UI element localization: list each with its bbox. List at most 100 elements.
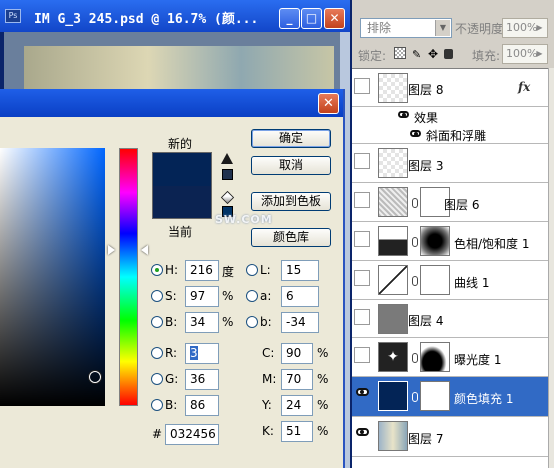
saturation-brightness-field[interactable] bbox=[0, 148, 105, 406]
eye-icon[interactable] bbox=[356, 388, 369, 396]
hue-slider-right-arrow[interactable] bbox=[141, 245, 148, 255]
link-icon[interactable] bbox=[412, 276, 418, 286]
green-field[interactable]: 36 bbox=[185, 369, 219, 390]
red-radio[interactable] bbox=[151, 347, 163, 359]
lock-transparency-icon[interactable] bbox=[394, 47, 406, 59]
saturation-radio[interactable] bbox=[151, 290, 163, 302]
black-label: K: bbox=[262, 424, 274, 438]
layer-row[interactable]: ✦ 曝光度 1 bbox=[352, 338, 554, 377]
layer-row[interactable]: 图层 7 bbox=[352, 417, 554, 457]
blend-mode-value: 排除 bbox=[367, 21, 392, 35]
layer-thumbnail bbox=[378, 421, 408, 451]
hue-slider-left-arrow[interactable] bbox=[108, 245, 115, 255]
hue-slider[interactable] bbox=[119, 148, 138, 406]
green-label: G: bbox=[165, 372, 179, 386]
cyan-unit: % bbox=[317, 346, 329, 360]
lock-pixels-icon[interactable]: ✎ bbox=[412, 47, 424, 61]
layer-row[interactable]: 图层 8 fx bbox=[352, 69, 554, 107]
hue-field[interactable]: 216 bbox=[185, 260, 219, 281]
layer-name: 图层 6 bbox=[444, 198, 480, 212]
magenta-unit: % bbox=[317, 372, 329, 386]
hue-radio[interactable] bbox=[151, 264, 163, 276]
lab-l-field[interactable]: 15 bbox=[281, 260, 319, 281]
lab-a-field[interactable]: 6 bbox=[281, 286, 319, 307]
cancel-button[interactable]: 取消 bbox=[251, 156, 331, 175]
layer-row[interactable]: 图层 3 bbox=[352, 144, 554, 183]
brightness-field[interactable]: 34 bbox=[185, 312, 219, 333]
close-document-button[interactable]: ✕ bbox=[324, 8, 345, 29]
link-icon[interactable] bbox=[412, 237, 418, 247]
current-color-swatch[interactable] bbox=[152, 186, 212, 219]
lock-position-icon[interactable]: ✥ bbox=[428, 47, 440, 60]
lab-a-label: a: bbox=[260, 289, 272, 303]
document-titlebar[interactable]: Ps IM G_3 245.psd @ 16.7% (颜... _ □ ✕ bbox=[0, 0, 350, 32]
color-field-cursor[interactable] bbox=[89, 371, 101, 383]
green-radio[interactable] bbox=[151, 373, 163, 385]
cyan-field[interactable]: 90 bbox=[281, 343, 313, 364]
maximize-button[interactable]: □ bbox=[301, 8, 322, 29]
layers-list: 图层 8 fx 效果 斜面和浮雕 图层 3 图层 6 色相/饱和度 1 曲线 1… bbox=[352, 68, 554, 468]
minimize-button[interactable]: _ bbox=[279, 8, 300, 29]
yellow-label: Y: bbox=[262, 398, 272, 412]
visibility-toggle[interactable] bbox=[354, 347, 370, 363]
lab-a-radio[interactable] bbox=[246, 290, 258, 302]
gamut-warning-icon[interactable] bbox=[221, 153, 233, 164]
layer-row[interactable]: 色相/饱和度 1 bbox=[352, 222, 554, 261]
layer-row-selected[interactable]: 颜色填充 1 bbox=[352, 377, 554, 417]
yellow-field[interactable]: 24 bbox=[281, 395, 313, 416]
layer-name: 色相/饱和度 1 bbox=[454, 237, 530, 251]
magenta-field[interactable]: 70 bbox=[281, 369, 313, 390]
layer-row[interactable]: 图层 4 bbox=[352, 300, 554, 338]
lab-b-radio[interactable] bbox=[246, 316, 258, 328]
blue-field[interactable]: 86 bbox=[185, 395, 219, 416]
layer-name: 图层 3 bbox=[408, 159, 444, 173]
hex-field[interactable]: 032456 bbox=[165, 424, 219, 445]
web-safe-cube-icon[interactable] bbox=[220, 190, 235, 205]
fx-icon[interactable]: fx bbox=[518, 80, 530, 94]
fill-field[interactable]: 100% ▶ bbox=[502, 44, 548, 64]
layer-row[interactable]: 曲线 1 bbox=[352, 261, 554, 300]
link-icon[interactable] bbox=[412, 198, 418, 208]
lab-b-field[interactable]: -34 bbox=[281, 312, 319, 333]
lock-label: 锁定: bbox=[358, 49, 387, 63]
eye-icon[interactable] bbox=[410, 130, 421, 137]
link-icon[interactable] bbox=[412, 353, 418, 363]
layer-effects-row[interactable]: 效果 bbox=[352, 107, 554, 125]
blue-radio[interactable] bbox=[151, 399, 163, 411]
ok-button[interactable]: 确定 bbox=[251, 129, 331, 148]
layers-scrollbar[interactable] bbox=[548, 68, 554, 468]
add-to-swatches-button[interactable]: 添加到色板 bbox=[251, 192, 331, 211]
color-libraries-button[interactable]: 颜色库 bbox=[251, 228, 331, 247]
eye-icon[interactable] bbox=[398, 111, 409, 118]
gamut-warning-swatch[interactable] bbox=[222, 169, 233, 180]
close-icon: ✕ bbox=[323, 96, 334, 111]
opacity-field[interactable]: 100% ▶ bbox=[502, 18, 548, 38]
lock-all-icon[interactable] bbox=[444, 49, 453, 59]
visibility-toggle[interactable] bbox=[354, 153, 370, 169]
layer-effect-row[interactable]: 斜面和浮雕 bbox=[352, 125, 554, 144]
eye-icon[interactable] bbox=[356, 428, 369, 436]
hue-unit: 度 bbox=[222, 265, 235, 279]
visibility-toggle[interactable] bbox=[354, 270, 370, 286]
layer-row[interactable]: 图层 6 bbox=[352, 183, 554, 222]
visibility-toggle[interactable] bbox=[354, 192, 370, 208]
lab-l-label: L: bbox=[260, 263, 271, 277]
visibility-toggle[interactable] bbox=[354, 309, 370, 325]
visibility-toggle[interactable] bbox=[354, 231, 370, 247]
layer-thumbnail bbox=[378, 73, 408, 103]
black-field[interactable]: 51 bbox=[281, 421, 313, 442]
layer-name: 图层 4 bbox=[408, 314, 444, 328]
saturation-field[interactable]: 97 bbox=[185, 286, 219, 307]
red-field[interactable]: 3 bbox=[185, 343, 219, 364]
blend-mode-select[interactable]: 排除 ▼ bbox=[360, 18, 452, 38]
link-icon[interactable] bbox=[412, 392, 418, 402]
layer-thumbnail bbox=[378, 187, 408, 217]
lab-l-radio[interactable] bbox=[246, 264, 258, 276]
brightness-radio[interactable] bbox=[151, 316, 163, 328]
color-picker-titlebar[interactable]: ✕ bbox=[0, 89, 343, 117]
color-picker-close-button[interactable]: ✕ bbox=[318, 93, 339, 114]
layer-thumbnail bbox=[378, 148, 408, 178]
chevron-right-icon: ▶ bbox=[536, 23, 543, 32]
brightness-unit: % bbox=[222, 315, 234, 329]
visibility-toggle[interactable] bbox=[354, 78, 370, 94]
